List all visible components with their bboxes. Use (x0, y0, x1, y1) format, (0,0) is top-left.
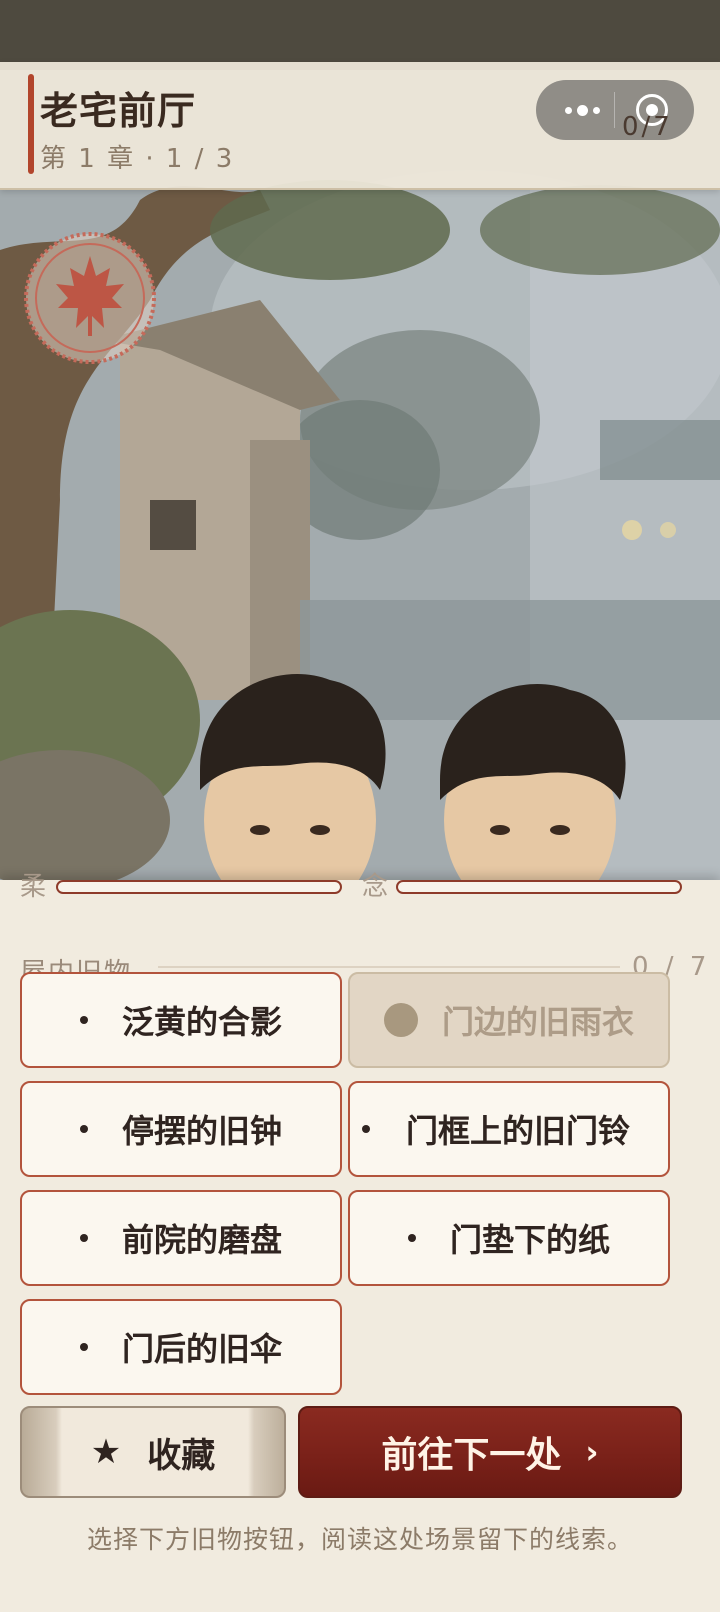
scene-title: 老宅前厅 (40, 89, 197, 133)
meter-nian (396, 880, 682, 894)
item-label: 门垫下的纸 (449, 1221, 610, 1259)
item-button-note[interactable]: 门垫下的纸 (348, 1190, 670, 1286)
clue-counter: 0/7 (622, 112, 673, 142)
bullet-icon (79, 1343, 88, 1351)
item-label: 停摆的旧钟 (121, 1112, 282, 1150)
maple-leaf-icon (24, 232, 156, 364)
next-label: 前往下一处 (381, 1435, 562, 1476)
item-button-umbrella[interactable]: 门后的旧伞 (20, 1299, 342, 1395)
scene-header: 老宅前厅 第 1 章 · 1 / 3 0/7 (0, 62, 720, 190)
item-button-doorbell[interactable]: 门框上的旧门铃 (348, 1081, 670, 1177)
chevron-right-icon: › (585, 1433, 599, 1471)
meter-label-nian: 念 (362, 872, 389, 902)
item-label: 泛黄的合影 (121, 1003, 282, 1041)
bullet-icon (79, 1016, 88, 1024)
item-button-clock[interactable]: 停摆的旧钟 (20, 1081, 342, 1177)
favorite-label: 收藏 (147, 1435, 216, 1476)
chapter-progress: 第 1 章 · 1 / 3 (40, 144, 235, 174)
more-dots-icon[interactable] (554, 90, 610, 130)
bullet-icon (79, 1125, 88, 1133)
favorite-button[interactable]: ★ 收藏 (20, 1406, 286, 1498)
bullet-icon (407, 1234, 416, 1242)
title-accent-bar (28, 74, 34, 174)
section-divider (158, 966, 620, 968)
hint-text: 选择下方旧物按钮，阅读这处场景留下的线索。 (86, 1525, 633, 1554)
next-location-button[interactable]: 前往下一处 › (298, 1406, 682, 1498)
bullet-icon (362, 1125, 370, 1133)
item-label: 前院的磨盘 (121, 1221, 282, 1259)
item-label: 门后的旧伞 (121, 1330, 282, 1368)
item-button-raincoat[interactable]: 门边的旧雨衣 (348, 972, 670, 1068)
capsule-divider (614, 92, 615, 128)
bullet-icon (383, 1003, 418, 1037)
item-label: 门边的旧雨衣 (441, 1003, 634, 1041)
clue-panel: 柔 念 屋内旧物 0 / 7 泛黄的合影 门边的旧雨衣 停摆的旧钟 门框上的旧门… (0, 872, 720, 1612)
item-button-photo[interactable]: 泛黄的合影 (20, 972, 342, 1068)
star-icon: ★ (90, 1432, 122, 1472)
meter-label-rou: 柔 (20, 872, 47, 902)
item-button-millstone[interactable]: 前院的磨盘 (20, 1190, 342, 1286)
bullet-icon (79, 1234, 88, 1242)
meter-rou (56, 880, 342, 894)
item-label: 门框上的旧门铃 (406, 1112, 631, 1150)
